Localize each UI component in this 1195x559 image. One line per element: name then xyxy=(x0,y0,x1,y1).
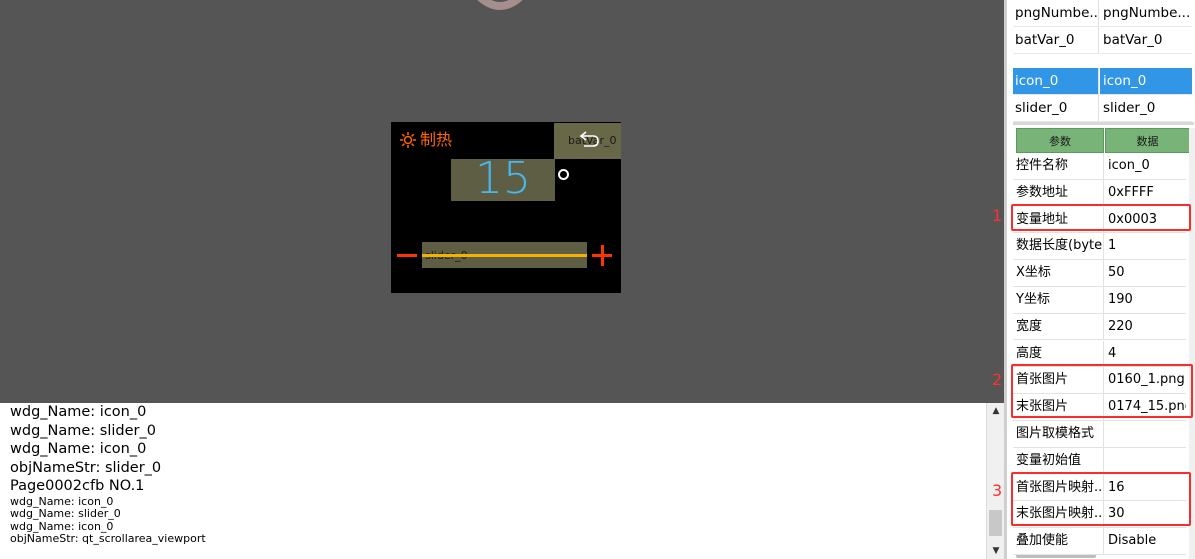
property-table-header: 参数 数据 xyxy=(1013,128,1192,153)
property-row[interactable]: 图片取模格式 xyxy=(1013,421,1186,448)
object-value: batVar_0 xyxy=(1100,27,1192,54)
property-row[interactable]: 变量初始值 xyxy=(1013,447,1186,475)
property-value[interactable]: 50 xyxy=(1108,260,1186,286)
list-item-selected[interactable]: icon_0 icon_0 xyxy=(1013,68,1192,95)
property-value[interactable] xyxy=(1108,421,1186,447)
property-name: 宽度 xyxy=(1016,313,1104,340)
property-value[interactable]: 0xFFFF xyxy=(1108,180,1186,206)
property-name: 数据长度(byte) xyxy=(1016,233,1104,260)
device-screen[interactable]: 制热 batVar_0 15 slider_0 xyxy=(391,122,621,293)
slider-row: slider_0 xyxy=(391,240,621,270)
object-name: batVar_0 xyxy=(1013,27,1099,54)
property-value[interactable]: 4 xyxy=(1108,341,1186,367)
slider-track[interactable] xyxy=(422,254,587,257)
header-param[interactable]: 参数 xyxy=(1016,128,1104,153)
property-row[interactable]: 宽度 220 xyxy=(1013,313,1186,341)
property-name: X坐标 xyxy=(1016,260,1104,287)
property-value[interactable]: 190 xyxy=(1108,287,1186,313)
log-output[interactable]: wdg_Name: icon_0 wdg_Name: slider_0 wdg_… xyxy=(0,403,1005,559)
annotation-label-2: 2 xyxy=(992,370,1003,389)
log-lines: wdg_Name: icon_0 wdg_Name: slider_0 wdg_… xyxy=(10,403,206,546)
property-row[interactable]: 参数地址 0xFFFF xyxy=(1013,179,1186,207)
batvar-widget[interactable]: batVar_0 xyxy=(554,123,621,159)
property-value[interactable]: icon_0 xyxy=(1108,153,1186,179)
log-line: objNameStr: qt_scrollarea_viewport xyxy=(10,532,206,545)
object-value: pngNumbe... xyxy=(1100,0,1192,27)
list-item[interactable]: batVar_0 batVar_0 xyxy=(1013,27,1192,54)
property-value[interactable]: Disable xyxy=(1108,528,1186,554)
property-name: 叠加使能 xyxy=(1016,528,1104,555)
log-line: wdg_Name: icon_0 xyxy=(10,404,147,420)
annotation-box-3 xyxy=(1011,472,1191,526)
scroll-up-icon[interactable]: ▲ xyxy=(987,403,1005,419)
annotation-label-3: 3 xyxy=(992,481,1003,500)
scroll-down-icon[interactable]: ▼ xyxy=(987,543,1005,559)
plus-icon-vertical[interactable] xyxy=(601,245,604,266)
temperature-widget[interactable]: 15 xyxy=(451,153,555,204)
panel-splitter[interactable] xyxy=(1013,122,1194,125)
log-line: wdg_Name: slider_0 xyxy=(10,507,121,520)
header-data[interactable]: 数据 xyxy=(1105,128,1190,153)
log-scroll-thumb[interactable] xyxy=(989,510,1002,536)
property-row[interactable]: 叠加使能 Disable xyxy=(1013,528,1186,555)
log-line: objNameStr: slider_0 xyxy=(10,459,162,476)
object-value: slider_0 xyxy=(1100,95,1192,122)
object-name: slider_0 xyxy=(1013,95,1099,122)
property-name: 高度 xyxy=(1016,340,1104,367)
minus-icon[interactable] xyxy=(397,254,417,257)
log-line: Page0002cfb NO.1 xyxy=(10,478,145,494)
annotation-label-1: 1 xyxy=(992,206,1003,225)
property-name: 参数地址 xyxy=(1016,179,1104,206)
annotation-box-2 xyxy=(1011,364,1193,418)
property-row[interactable]: X坐标 50 xyxy=(1013,260,1186,287)
list-item[interactable]: slider_0 slider_0 xyxy=(1013,95,1192,122)
back-arrow-icon[interactable] xyxy=(578,129,602,149)
sun-icon xyxy=(400,132,416,148)
property-value[interactable]: 220 xyxy=(1108,314,1186,340)
preview-canvas[interactable]: 制热 batVar_0 15 slider_0 xyxy=(0,0,1004,403)
log-line: wdg_Name: slider_0 xyxy=(10,422,156,439)
property-name: 图片取模格式 xyxy=(1016,421,1104,447)
object-name: icon_0 xyxy=(1013,68,1099,95)
log-line: wdg_Name: icon_0 xyxy=(10,441,147,457)
object-value: icon_0 xyxy=(1100,68,1192,95)
mode-label: 制热 xyxy=(420,130,453,149)
property-name: Y坐标 xyxy=(1016,287,1104,313)
property-name: 控件名称 xyxy=(1016,153,1104,179)
property-value[interactable] xyxy=(1108,448,1186,474)
list-item[interactable]: pngNumbe... pngNumbe... xyxy=(1013,0,1192,27)
watermark-icon xyxy=(477,0,523,10)
object-name: pngNumbe... xyxy=(1013,0,1099,27)
property-row[interactable]: 控件名称 icon_0 xyxy=(1013,153,1186,180)
property-row[interactable]: Y坐标 190 xyxy=(1013,287,1186,314)
degree-icon xyxy=(558,169,569,180)
property-row[interactable]: 数据长度(byte) 1 xyxy=(1013,233,1186,260)
temperature-value: 15 xyxy=(475,153,531,204)
annotation-box-1 xyxy=(1011,204,1191,231)
property-value[interactable]: 1 xyxy=(1108,233,1186,259)
property-name: 变量初始值 xyxy=(1016,447,1104,474)
